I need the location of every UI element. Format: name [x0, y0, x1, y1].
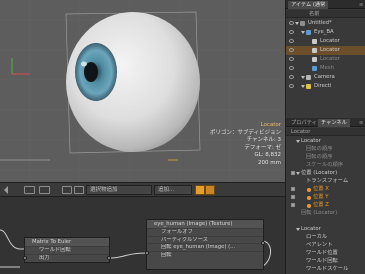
arrow-left-icon[interactable]	[4, 186, 8, 194]
locator-icon	[312, 57, 317, 62]
tab-menu[interactable]: ≡	[356, 119, 365, 127]
outliner-item[interactable]: Locator	[286, 37, 365, 46]
input-port-icon[interactable]	[23, 256, 27, 260]
scene-icon	[300, 21, 305, 26]
node-port-falloff[interactable]: フォールオフ	[147, 228, 263, 236]
schematic-toolbar: 選択物追加 追加...	[0, 182, 285, 197]
camera-icon	[306, 75, 311, 80]
grid-icon[interactable]	[24, 186, 35, 194]
3d-viewport[interactable]: Locator ポリゴン：サブディビジョン チャンネル: 3 デフォーマ: ゼ …	[0, 0, 285, 182]
expand-triangle-icon[interactable]	[301, 31, 305, 34]
outliner-tabs: アイテム (通常 ≡	[286, 0, 365, 9]
expand-triangle-icon[interactable]	[296, 140, 300, 143]
tab-properties[interactable]: プロパティ	[288, 119, 320, 127]
info-scale: 200 mm	[258, 159, 281, 166]
keyframe-dot-icon[interactable]	[307, 195, 311, 200]
outliner-item-label: Locator	[320, 56, 340, 62]
orange-toggle-icon[interactable]	[195, 185, 205, 195]
link-wire-2	[109, 252, 149, 259]
channel-checkbox[interactable]	[291, 187, 295, 191]
channel-row[interactable]: ワールドスケール	[286, 265, 365, 274]
mesh-icon	[306, 30, 311, 35]
orange-toggle-2-icon[interactable]	[205, 185, 215, 195]
outliner-item-label: Eye_BA	[314, 29, 334, 35]
outliner-item-label: Mesh	[320, 65, 334, 71]
tab-channels[interactable]: チャンネル	[318, 119, 350, 127]
outliner-item[interactable]: Camera	[286, 73, 365, 82]
locator-icon	[312, 39, 317, 44]
tab-menu[interactable]: ≡	[356, 1, 365, 9]
output-port-icon[interactable]	[261, 241, 265, 245]
visibility-eye-icon[interactable]	[289, 21, 294, 25]
outliner-item-label: Locator	[320, 38, 340, 44]
arrange-icon[interactable]	[62, 186, 72, 194]
outliner-column-header[interactable]: 名前	[286, 10, 365, 18]
node-port-rotation-group[interactable]: 回転 eye_human (Image) (...	[147, 243, 263, 251]
expand-triangle-icon[interactable]	[295, 22, 299, 25]
viewport-info: Locator ポリゴン：サブディビジョン チャンネル: 3 デフォーマ: ゼ …	[210, 122, 281, 168]
visibility-eye-icon[interactable]	[289, 84, 294, 88]
expand-triangle-icon[interactable]	[301, 76, 305, 79]
outliner-item[interactable]: Untitled*	[286, 19, 365, 28]
node-port-particle-source[interactable]: パーティクルソース	[147, 235, 263, 244]
layout-icon[interactable]	[39, 186, 50, 194]
info-gl: GL: 8,832	[254, 152, 281, 159]
channel-checkbox[interactable]	[291, 203, 295, 207]
channel-checkbox[interactable]	[291, 171, 295, 175]
outliner-item-label: Locator	[320, 47, 340, 53]
schematic-view[interactable]: Matrix To Euler ワールド回転 出力 eye_human (Ima…	[0, 197, 285, 274]
visibility-eye-icon[interactable]	[289, 57, 294, 61]
input-port-icon[interactable]	[145, 251, 149, 255]
properties-header-label: Locator	[291, 129, 311, 135]
node-texture[interactable]: eye_human (Image) (Texture) フォールオフ パーティク…	[145, 219, 265, 270]
properties-header: Locator	[286, 128, 365, 136]
filter-icon[interactable]	[74, 186, 84, 194]
output-port-icon[interactable]	[107, 256, 111, 260]
add-selected-button[interactable]: 選択物追加	[86, 185, 152, 195]
node-port-world-rotation[interactable]: ワールド回転	[25, 246, 109, 254]
axis-gizmo	[11, 58, 30, 75]
outliner-item[interactable]: Eye_BA	[286, 28, 365, 37]
mesh-icon	[312, 66, 317, 71]
info-item-name: Locator	[260, 122, 281, 128]
visibility-eye-icon[interactable]	[289, 30, 294, 34]
node-port-output[interactable]: 出力	[25, 253, 109, 262]
node-title: eye_human (Image) (Texture)	[147, 220, 263, 228]
column-name-label: 名前	[309, 11, 320, 17]
outliner-item-label: Untitled*	[308, 20, 332, 26]
outliner-item-label: Directi	[314, 83, 332, 89]
locator-icon	[312, 48, 317, 53]
tab-items[interactable]: アイテム (通常	[288, 1, 329, 9]
outliner-item[interactable]: Locator	[286, 46, 365, 55]
expand-triangle-icon[interactable]	[296, 228, 300, 231]
info-channels: チャンネル: 3	[246, 137, 281, 144]
right-panel: アイテム (通常 ≡ 名前 Untitled* Eye_BA Locator Loca…	[285, 0, 365, 274]
outliner-item-label: Camera	[314, 74, 335, 80]
node-port-rotation[interactable]: 回転	[147, 250, 263, 259]
properties-tabs: プロパティ チャンネル ≡	[286, 118, 365, 127]
outliner-item[interactable]: Locator	[286, 55, 365, 64]
visibility-eye-icon[interactable]	[289, 48, 294, 52]
outliner-item[interactable]: Mesh	[286, 64, 365, 73]
node-matrix-to-euler[interactable]: Matrix To Euler ワールド回転 出力	[23, 237, 111, 263]
outliner-item[interactable]: Directi	[286, 82, 365, 91]
visibility-eye-icon[interactable]	[289, 66, 294, 70]
node-title: Matrix To Euler	[25, 238, 109, 246]
info-deformers: デフォーマ: ゼ	[244, 144, 281, 151]
visibility-eye-icon[interactable]	[289, 39, 294, 43]
expand-triangle-icon[interactable]	[301, 85, 305, 88]
add-dropdown[interactable]: 追加...	[154, 185, 192, 195]
light-icon	[306, 84, 311, 89]
keyframe-dot-icon[interactable]	[307, 187, 311, 192]
visibility-eye-icon[interactable]	[289, 75, 294, 79]
keyframe-dot-icon[interactable]	[307, 203, 311, 208]
channel-label: ワールドスケール	[306, 266, 349, 272]
channel-checkbox[interactable]	[291, 195, 295, 199]
expand-triangle-icon[interactable]	[296, 172, 300, 175]
eyeball-highlight	[81, 61, 87, 67]
